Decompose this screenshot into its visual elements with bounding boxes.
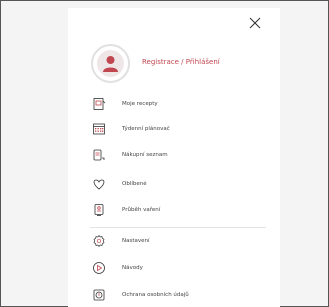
privacy-shield-icon — [92, 288, 106, 302]
menu-item-shopping-list[interactable]: Nákupní seznam — [92, 147, 272, 163]
menu-item-label: Ochrana osobních údajů — [122, 292, 189, 298]
menu-item-label: Moje recepty — [122, 101, 158, 107]
menu-item-my-recipes[interactable]: Moje recepty — [92, 96, 272, 112]
menu-item-weekly-planner[interactable]: Týdenní plánovač — [92, 121, 272, 137]
menu-item-label: Oblíbené — [122, 181, 147, 187]
close-button[interactable] — [247, 15, 263, 31]
calendar-icon — [92, 122, 106, 136]
cooking-progress-icon — [92, 203, 106, 217]
menu-divider — [90, 227, 266, 228]
shopping-list-icon — [92, 148, 106, 162]
menu-item-label: Návody — [122, 265, 143, 271]
menu-item-favorites[interactable]: Oblíbené — [92, 176, 272, 192]
login-register-link[interactable]: Registrace / Přihlášení — [142, 58, 220, 66]
heart-icon — [92, 177, 106, 191]
recipe-book-icon — [92, 97, 106, 111]
menu-item-label: Týdenní plánovač — [122, 126, 170, 132]
user-placeholder-icon — [97, 50, 124, 77]
gear-icon — [92, 234, 106, 248]
menu-item-label: Nákupní seznam — [122, 152, 168, 158]
menu-item-tutorials[interactable]: Návody — [92, 260, 272, 276]
play-icon — [92, 261, 106, 275]
menu-item-settings[interactable]: Nastavení — [92, 233, 272, 249]
menu-item-label: Průběh vaření — [122, 207, 161, 213]
avatar[interactable] — [91, 44, 130, 83]
menu-item-label: Nastavení — [122, 238, 150, 244]
menu-item-privacy[interactable]: Ochrana osobních údajů — [92, 287, 272, 303]
menu-item-cooking-progress[interactable]: Průběh vaření — [92, 202, 272, 218]
close-icon — [249, 17, 261, 29]
